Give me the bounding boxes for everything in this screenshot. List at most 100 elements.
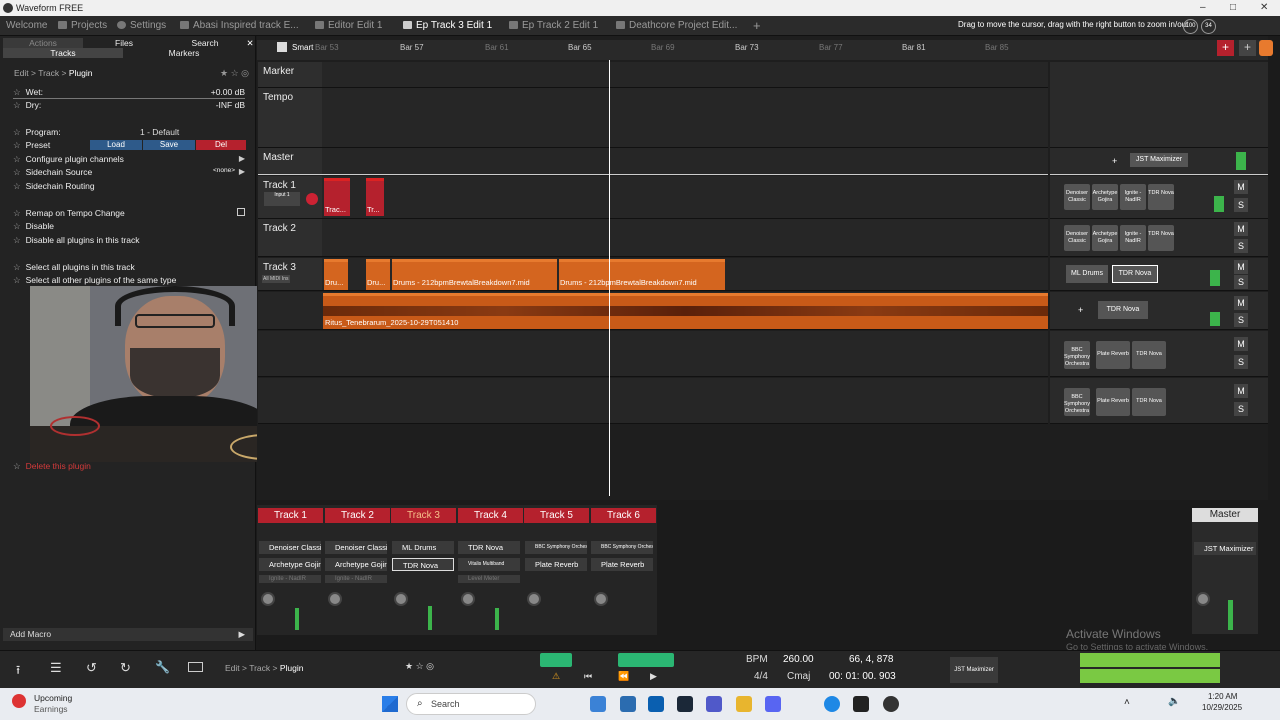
app-icon[interactable]: [883, 696, 899, 712]
key-signature[interactable]: Cmaj: [787, 671, 810, 682]
clock-date[interactable]: 10/29/2025: [1202, 703, 1242, 712]
mixer-plugin[interactable]: Plate Reverb: [525, 558, 587, 571]
plugin-browser-icon[interactable]: [1259, 40, 1273, 56]
pan-knob[interactable]: [461, 592, 475, 606]
steam-icon[interactable]: [677, 696, 693, 712]
mixer-plugin[interactable]: Vitalis Multiband: [458, 558, 520, 571]
mixer-plugin[interactable]: Denoiser Classic: [325, 541, 387, 554]
plugin-slot[interactable]: Ignite - NadIR: [1120, 225, 1146, 251]
mixer-plugin[interactable]: BBC Symphony Orchestra: [525, 541, 587, 554]
tab-ep-track-2[interactable]: Ep Track 2 Edit 1: [509, 16, 598, 36]
mixer-track-3[interactable]: Track 3: [391, 508, 456, 523]
select-all-item[interactable]: ☆ Select all plugins in this track: [13, 262, 135, 273]
mute-button[interactable]: M: [1234, 180, 1248, 194]
plugin-slot[interactable]: Archetype Gojira: [1092, 184, 1118, 210]
mixer-plugin[interactable]: TDR Nova: [392, 558, 454, 571]
plugin-quick-button[interactable]: JST Maximizer: [950, 657, 998, 683]
tempo-track[interactable]: Tempo: [258, 88, 1048, 148]
plugin-slot[interactable]: Archetype Gojira: [1092, 225, 1118, 251]
marker-track[interactable]: Marker: [258, 62, 1048, 88]
track-6[interactable]: [258, 378, 1048, 424]
mute-button[interactable]: M: [1234, 384, 1248, 398]
add-macro-button[interactable]: Add Macro ▶: [3, 628, 253, 641]
edit-menu-icon[interactable]: [277, 42, 287, 52]
tab-editor-edit[interactable]: Editor Edit 1: [315, 16, 382, 36]
tray-chevron-icon[interactable]: ˄: [1124, 697, 1130, 708]
mixer-track-1[interactable]: Track 1: [258, 508, 323, 523]
mixer-track-2[interactable]: Track 2: [325, 508, 390, 523]
plugin-slot[interactable]: TDR Nova: [1132, 341, 1166, 369]
mixer-plugin[interactable]: JST Maximizer: [1194, 542, 1256, 555]
edge-icon[interactable]: [824, 696, 840, 712]
pan-knob[interactable]: [527, 592, 541, 606]
save-button[interactable]: Save: [143, 140, 195, 150]
mixer-plugin[interactable]: Denoiser Classic: [259, 541, 321, 554]
pan-knob[interactable]: [261, 592, 275, 606]
waveform-app-icon[interactable]: [853, 696, 869, 712]
pan-knob[interactable]: [328, 592, 342, 606]
mixer-track-5[interactable]: Track 5: [524, 508, 589, 523]
sidechain-routing-item[interactable]: ☆ Sidechain Routing: [13, 181, 95, 192]
audio-clip[interactable]: Ritus_Tenebrarum_2025-10-29T051410: [323, 293, 1048, 329]
plugin-slot[interactable]: TDR Nova: [1148, 225, 1174, 251]
sidebar-tab-actions[interactable]: Actions: [3, 38, 83, 48]
mixer-plugin[interactable]: BBC Symphony Orchestra: [591, 541, 653, 554]
pan-knob[interactable]: [394, 592, 408, 606]
midi-clip[interactable]: Tr...: [366, 178, 384, 216]
sidebar-tab-markers[interactable]: Markers: [124, 48, 244, 58]
mixer-plugin[interactable]: Ignite - NadIR: [259, 575, 321, 583]
plugin-slot[interactable]: Ignite - NadIR: [1120, 184, 1146, 210]
mixer-track-6[interactable]: Track 6: [591, 508, 656, 523]
mute-button[interactable]: M: [1234, 260, 1248, 274]
mixer-track-4[interactable]: Track 4: [458, 508, 523, 523]
add-folder-button[interactable]: +: [1239, 40, 1256, 56]
mixer-plugin[interactable]: Level Meter: [458, 575, 520, 583]
copilot-icon[interactable]: [590, 696, 606, 712]
master-track[interactable]: Master: [258, 148, 1048, 175]
stop-button[interactable]: [618, 653, 674, 667]
plugin-slot-selected[interactable]: TDR Nova: [1112, 265, 1158, 283]
mixer-plugin[interactable]: Ignite - NadIR: [325, 575, 387, 583]
outlook-icon[interactable]: [648, 696, 664, 712]
plugin-slot[interactable]: Denoiser Classic: [1064, 225, 1090, 251]
mute-button[interactable]: M: [1234, 296, 1248, 310]
track-1[interactable]: Track 1 Input 1 Trac... Tr...: [258, 176, 1048, 219]
add-plugin-button[interactable]: +: [1078, 305, 1083, 315]
wrench-icon[interactable]: 🔧: [155, 660, 170, 674]
wet-control[interactable]: ☆ Wet: +0.00 dB: [13, 87, 245, 99]
weather-title[interactable]: Upcoming: [34, 693, 72, 703]
record-arm-icon[interactable]: [306, 193, 318, 205]
plugin-slot[interactable]: Plate Reverb: [1096, 388, 1130, 416]
play-icon[interactable]: ▶: [650, 671, 657, 682]
mixer-master[interactable]: Master: [1192, 508, 1258, 522]
mute-button[interactable]: M: [1234, 337, 1248, 351]
position-readout[interactable]: 66, 4, 878: [849, 654, 893, 665]
tab-settings[interactable]: Settings: [117, 16, 166, 36]
track-5[interactable]: [258, 331, 1048, 377]
playhead[interactable]: [609, 60, 610, 496]
load-button[interactable]: Load: [90, 140, 142, 150]
star-icon[interactable]: ★ ☆ ◎: [220, 68, 249, 79]
track-3[interactable]: Track 3 All MIDI Ins Dru... Dru... Drums …: [258, 258, 1048, 291]
close-icon[interactable]: ✕: [245, 38, 255, 48]
program-value[interactable]: 1 - Default: [140, 127, 179, 137]
redo-icon[interactable]: ↻: [120, 660, 131, 676]
dry-control[interactable]: ☆ Dry: -INF dB: [13, 100, 245, 111]
mixer-plugin[interactable]: Archetype Gojira: [325, 558, 387, 571]
input-selector[interactable]: Input 1: [264, 192, 300, 206]
remap-tempo-item[interactable]: ☆ Remap on Tempo Change: [13, 208, 245, 219]
disable-all-item[interactable]: ☆ Disable all plugins in this track: [13, 235, 139, 246]
close-button[interactable]: ✕: [1260, 2, 1268, 13]
search-box[interactable]: ⌕ Search: [406, 693, 536, 715]
midi-clip[interactable]: Drums - 212bpmBrewtalBreakdown7.mid: [559, 259, 725, 290]
sidebar-tab-tracks[interactable]: Tracks: [3, 48, 123, 58]
solo-button[interactable]: S: [1234, 275, 1248, 289]
explorer-icon[interactable]: [736, 696, 752, 712]
add-tab-button[interactable]: +: [753, 16, 761, 36]
plugin-slot[interactable]: BBC Symphony Orchestra: [1064, 388, 1090, 416]
tab-projects[interactable]: Projects: [58, 16, 107, 36]
keyboard-icon[interactable]: [188, 662, 203, 672]
rewind-start-icon[interactable]: ⏮: [584, 671, 592, 682]
midi-input-selector[interactable]: All MIDI Ins: [262, 275, 290, 283]
remap-checkbox[interactable]: [237, 208, 245, 216]
